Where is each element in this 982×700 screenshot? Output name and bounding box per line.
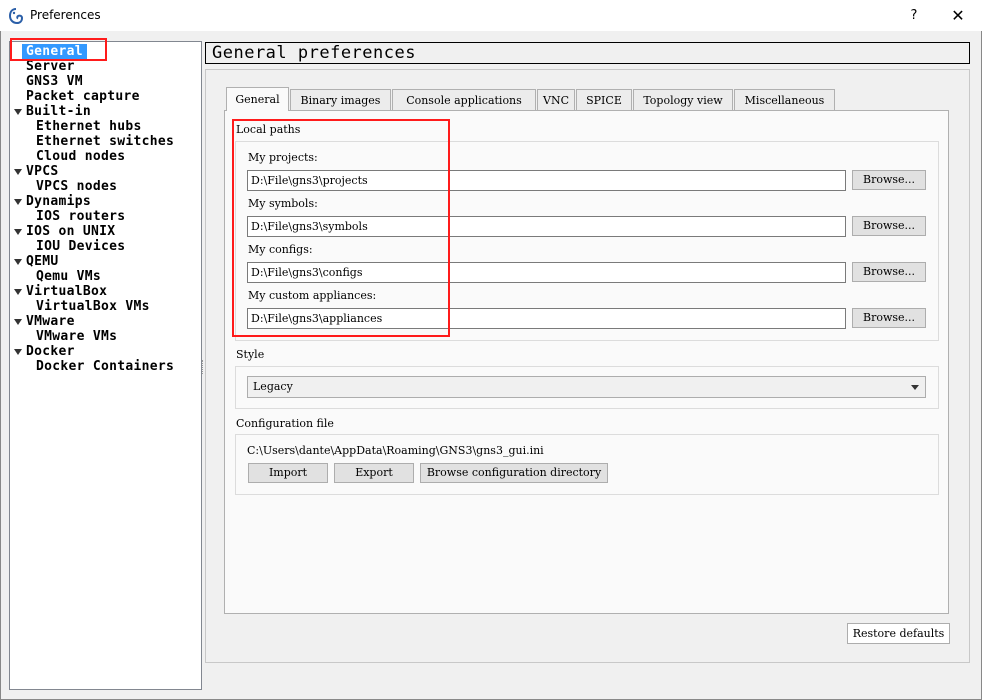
browse-symbols-button[interactable]: Browse...	[852, 216, 926, 236]
tree-item-vmware-vms[interactable]: VMware VMs	[36, 329, 117, 344]
expand-arrow-icon[interactable]	[14, 109, 22, 115]
help-button[interactable]: ?	[896, 4, 932, 28]
tree-item-ios-routers[interactable]: IOS routers	[36, 209, 125, 224]
gns3-chameleon-icon	[8, 8, 24, 24]
tree-item-vmware[interactable]: VMware	[26, 314, 75, 329]
highlight-annotation-local-paths	[232, 119, 450, 337]
tab-general[interactable]: General	[226, 87, 289, 111]
style-selected-value: Legacy	[253, 380, 293, 393]
export-button[interactable]: Export	[334, 463, 414, 483]
highlight-annotation-general	[10, 38, 107, 61]
browse-configs-button[interactable]: Browse...	[852, 262, 926, 282]
expand-arrow-icon[interactable]	[14, 229, 22, 235]
restore-defaults-button[interactable]: Restore defaults	[847, 623, 950, 644]
browse-configuration-directory-button[interactable]: Browse configuration directory	[420, 463, 608, 483]
tab-miscellaneous[interactable]: Miscellaneous	[734, 89, 835, 110]
tree-item-ethernet-hubs[interactable]: Ethernet hubs	[36, 119, 142, 134]
tree-item-server[interactable]: Server	[26, 59, 75, 74]
tree-item-qemu[interactable]: QEMU	[26, 254, 59, 269]
expand-arrow-icon[interactable]	[14, 199, 22, 205]
tree-item-vpcs[interactable]: VPCS	[26, 164, 59, 179]
tree-item-virtualbox-vms[interactable]: VirtualBox VMs	[36, 299, 150, 314]
tree-item-virtualbox[interactable]: VirtualBox	[26, 284, 107, 299]
page-title: General preferences	[212, 43, 416, 63]
tab-console-applications[interactable]: Console applications	[392, 89, 536, 110]
tab-topology-view[interactable]: Topology view	[633, 89, 733, 110]
tree-item-dynamips[interactable]: Dynamips	[26, 194, 91, 209]
tab-spice[interactable]: SPICE	[576, 89, 632, 110]
title-bar: Preferences ? ✕	[0, 0, 982, 31]
style-label: Style	[236, 348, 265, 361]
tree-item-packet-capture[interactable]: Packet capture	[26, 89, 140, 104]
tree-item-docker[interactable]: Docker	[26, 344, 75, 359]
style-select[interactable]: Legacy	[247, 376, 926, 398]
preferences-tree[interactable]: General Server GNS3 VM Packet capture Bu…	[9, 41, 202, 690]
tree-item-gns3-vm[interactable]: GNS3 VM	[26, 74, 83, 89]
browse-appliances-button[interactable]: Browse...	[852, 308, 926, 328]
tree-item-iou-devices[interactable]: IOU Devices	[36, 239, 125, 254]
tree-item-qemu-vms[interactable]: Qemu VMs	[36, 269, 101, 284]
expand-arrow-icon[interactable]	[14, 289, 22, 295]
expand-arrow-icon[interactable]	[14, 169, 22, 175]
tree-item-ios-on-unix[interactable]: IOS on UNIX	[26, 224, 115, 239]
tree-item-built-in[interactable]: Built-in	[26, 104, 91, 119]
chevron-down-icon	[911, 385, 919, 390]
configuration-file-label: Configuration file	[236, 417, 334, 430]
window-title: Preferences	[30, 8, 101, 22]
tree-item-vpcs-nodes[interactable]: VPCS nodes	[36, 179, 117, 194]
tab-vnc[interactable]: VNC	[537, 89, 575, 110]
import-button[interactable]: Import	[248, 463, 328, 483]
expand-arrow-icon[interactable]	[14, 319, 22, 325]
tree-item-cloud-nodes[interactable]: Cloud nodes	[36, 149, 125, 164]
close-button[interactable]: ✕	[938, 4, 978, 28]
window-border-left	[0, 31, 1, 700]
expand-arrow-icon[interactable]	[14, 259, 22, 265]
tree-item-ethernet-switches[interactable]: Ethernet switches	[36, 134, 174, 149]
configuration-file-path: C:\Users\dante\AppData\Roaming\GNS3\gns3…	[247, 444, 544, 457]
tab-binary-images[interactable]: Binary images	[290, 89, 391, 110]
expand-arrow-icon[interactable]	[14, 349, 22, 355]
tree-item-docker-containers[interactable]: Docker Containers	[36, 359, 174, 374]
page-header: General preferences	[205, 42, 970, 64]
browse-projects-button[interactable]: Browse...	[852, 170, 926, 190]
